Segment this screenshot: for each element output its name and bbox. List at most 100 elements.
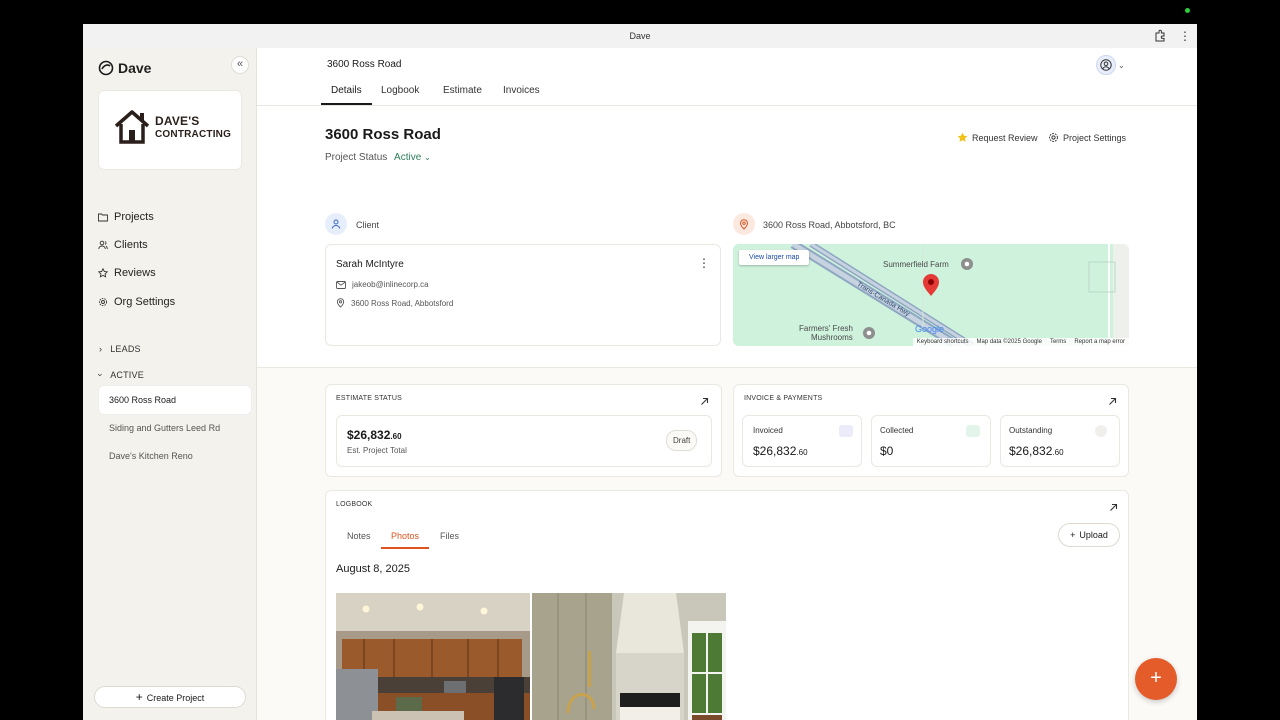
tab-files[interactable]: Files bbox=[440, 531, 459, 549]
status-dropdown[interactable]: Active ⌄ bbox=[394, 152, 431, 163]
map-footer-link[interactable]: Terms bbox=[1050, 339, 1066, 345]
client-card: Sarah McIntyre ⋮ jakeob@inlinecorp.ca 36… bbox=[325, 244, 721, 346]
client-email[interactable]: jakeob@inlinecorp.ca bbox=[352, 280, 429, 289]
project-address: 3600 Ross Road, Abbotsford, BC bbox=[763, 220, 896, 230]
project-status: Project Status Active ⌄ bbox=[325, 152, 431, 163]
amount-main: $26,832 bbox=[347, 428, 391, 442]
house-logo-icon bbox=[114, 110, 150, 144]
arrow-up-right-icon[interactable] bbox=[1108, 397, 1117, 406]
sidebar-item-projects[interactable]: Projects bbox=[98, 206, 248, 228]
client-address: 3600 Ross Road, Abbotsford bbox=[351, 298, 454, 308]
tab-details[interactable]: Details bbox=[321, 85, 372, 105]
client-name: Sarah McIntyre bbox=[336, 259, 404, 270]
sidebar-item-label: Projects bbox=[114, 211, 154, 223]
top-bar: 3600 Ross Road Details Logbook Estimate … bbox=[257, 48, 1197, 106]
gear-icon bbox=[98, 297, 108, 307]
estimate-amount: $26,832.60 bbox=[347, 428, 402, 442]
star-filled-icon bbox=[957, 132, 968, 142]
collapse-sidebar-button[interactable]: « bbox=[231, 56, 249, 74]
amount-cents: .60 bbox=[796, 448, 808, 457]
location-pin-icon bbox=[336, 298, 345, 308]
invoiced-box[interactable]: Invoiced $26,832.60 bbox=[742, 415, 862, 467]
request-review-button[interactable]: Request Review bbox=[957, 132, 1038, 143]
plus-icon: + bbox=[1070, 530, 1076, 540]
map-embed[interactable]: View larger map Summerfield Farm Trans-C… bbox=[733, 244, 1129, 346]
estimate-total-box[interactable]: $26,832.60 Est. Project Total Draft bbox=[336, 415, 712, 467]
invoice-payments-card: INVOICE & PAYMENTS Invoiced $26,832.60 C… bbox=[733, 384, 1129, 477]
upload-label: Upload bbox=[1079, 530, 1108, 540]
chevron-down-icon: ⌄ bbox=[424, 153, 431, 162]
sidebar-item-label: Org Settings bbox=[114, 296, 176, 308]
photo-thumbnail[interactable] bbox=[532, 593, 726, 720]
map-footer-link[interactable]: Keyboard shortcuts bbox=[917, 339, 969, 345]
create-project-button[interactable]: + Create Project bbox=[94, 686, 246, 708]
arrow-up-right-icon[interactable] bbox=[1109, 503, 1118, 512]
logbook-card: LOGBOOK Notes Photos Files + Upload Augus… bbox=[325, 490, 1129, 720]
project-item[interactable]: 3600 Ross Road bbox=[99, 386, 251, 414]
map-footer-link[interactable]: Report a map error bbox=[1074, 339, 1125, 345]
invoiced-label: Invoiced bbox=[753, 426, 783, 435]
outstanding-label: Outstanding bbox=[1009, 426, 1053, 435]
tab-logbook[interactable]: Logbook bbox=[381, 85, 419, 105]
plus-icon: + bbox=[135, 690, 143, 704]
amount-main: $26,832 bbox=[1009, 444, 1053, 458]
more-vertical-icon[interactable]: ⋮ bbox=[698, 257, 710, 269]
tab-notes[interactable]: Notes bbox=[347, 531, 371, 549]
brand-name: Dave bbox=[118, 60, 152, 76]
extension-icon[interactable] bbox=[1153, 29, 1167, 43]
app-window: Dave ⋮ Dave « DAVE'S CONTRACTING Project… bbox=[83, 24, 1197, 720]
card-title: INVOICE & PAYMENTS bbox=[744, 395, 823, 402]
arrow-up-right-icon[interactable] bbox=[700, 397, 709, 406]
project-settings-label: Project Settings bbox=[1063, 132, 1127, 143]
amount-cents: .60 bbox=[390, 432, 402, 441]
company-logo: DAVE'S CONTRACTING bbox=[98, 90, 242, 170]
outstanding-box[interactable]: Outstanding $26,832.60 bbox=[1000, 415, 1120, 467]
section-label: LEADS bbox=[110, 344, 141, 354]
main-content: 3600 Ross Road Details Logbook Estimate … bbox=[257, 48, 1197, 720]
collected-label: Collected bbox=[880, 426, 914, 435]
upload-button[interactable]: + Upload bbox=[1058, 523, 1120, 547]
section-active[interactable]: › ACTIVE bbox=[96, 370, 144, 380]
avatar bbox=[1096, 55, 1116, 75]
tab-estimate[interactable]: Estimate bbox=[443, 85, 482, 105]
amount-cents: .60 bbox=[1052, 448, 1064, 457]
collected-amount: $0 bbox=[880, 444, 893, 458]
brand[interactable]: Dave bbox=[98, 60, 151, 76]
card-title: ESTIMATE STATUS bbox=[336, 395, 403, 402]
users-icon bbox=[98, 240, 108, 250]
status-badge: Draft bbox=[666, 430, 698, 451]
estimate-status-card: ESTIMATE STATUS $26,832.60 Est. Project … bbox=[325, 384, 722, 477]
estimate-subtitle: Est. Project Total bbox=[347, 446, 407, 455]
tab-photos[interactable]: Photos bbox=[381, 531, 430, 549]
sidebar-item-org-settings[interactable]: Org Settings bbox=[98, 291, 248, 313]
map-label: Summerfield Farm bbox=[883, 260, 949, 269]
location-icon-badge bbox=[733, 213, 755, 235]
add-floating-button[interactable]: + bbox=[1135, 658, 1177, 700]
section-leads[interactable]: › LEADS bbox=[99, 344, 141, 354]
amount-main: $0 bbox=[880, 444, 894, 458]
request-review-label: Request Review bbox=[972, 132, 1038, 143]
view-larger-map-link[interactable]: View larger map bbox=[739, 250, 810, 265]
window-title: Dave bbox=[629, 31, 651, 41]
project-item[interactable]: Siding and Gutters Leed Rd bbox=[99, 414, 251, 442]
sidebar-item-label: Clients bbox=[114, 239, 148, 251]
mail-icon bbox=[336, 280, 346, 289]
clock-icon bbox=[1095, 425, 1107, 437]
chevron-down-icon: ⌄ bbox=[1118, 60, 1125, 70]
project-item[interactable]: Dave's Kitchen Reno bbox=[99, 442, 251, 470]
user-menu[interactable]: ⌄ bbox=[1096, 55, 1130, 75]
photo-thumbnail[interactable] bbox=[336, 593, 530, 720]
project-settings-button[interactable]: Project Settings bbox=[1048, 132, 1126, 143]
sidebar-item-label: Reviews bbox=[114, 267, 156, 279]
sidebar-item-reviews[interactable]: Reviews bbox=[98, 262, 248, 284]
sidebar-item-clients[interactable]: Clients bbox=[98, 234, 248, 256]
amount-main: $26,832 bbox=[753, 444, 797, 458]
star-icon bbox=[98, 268, 108, 278]
tab-invoices[interactable]: Invoices bbox=[503, 85, 540, 105]
more-vertical-icon[interactable]: ⋮ bbox=[1179, 29, 1191, 43]
chevron-right-icon: › bbox=[99, 344, 103, 354]
collected-box[interactable]: Collected $0 bbox=[871, 415, 991, 467]
user-icon bbox=[1100, 59, 1112, 71]
invoiced-amount: $26,832.60 bbox=[753, 444, 808, 458]
user-icon bbox=[331, 219, 341, 229]
